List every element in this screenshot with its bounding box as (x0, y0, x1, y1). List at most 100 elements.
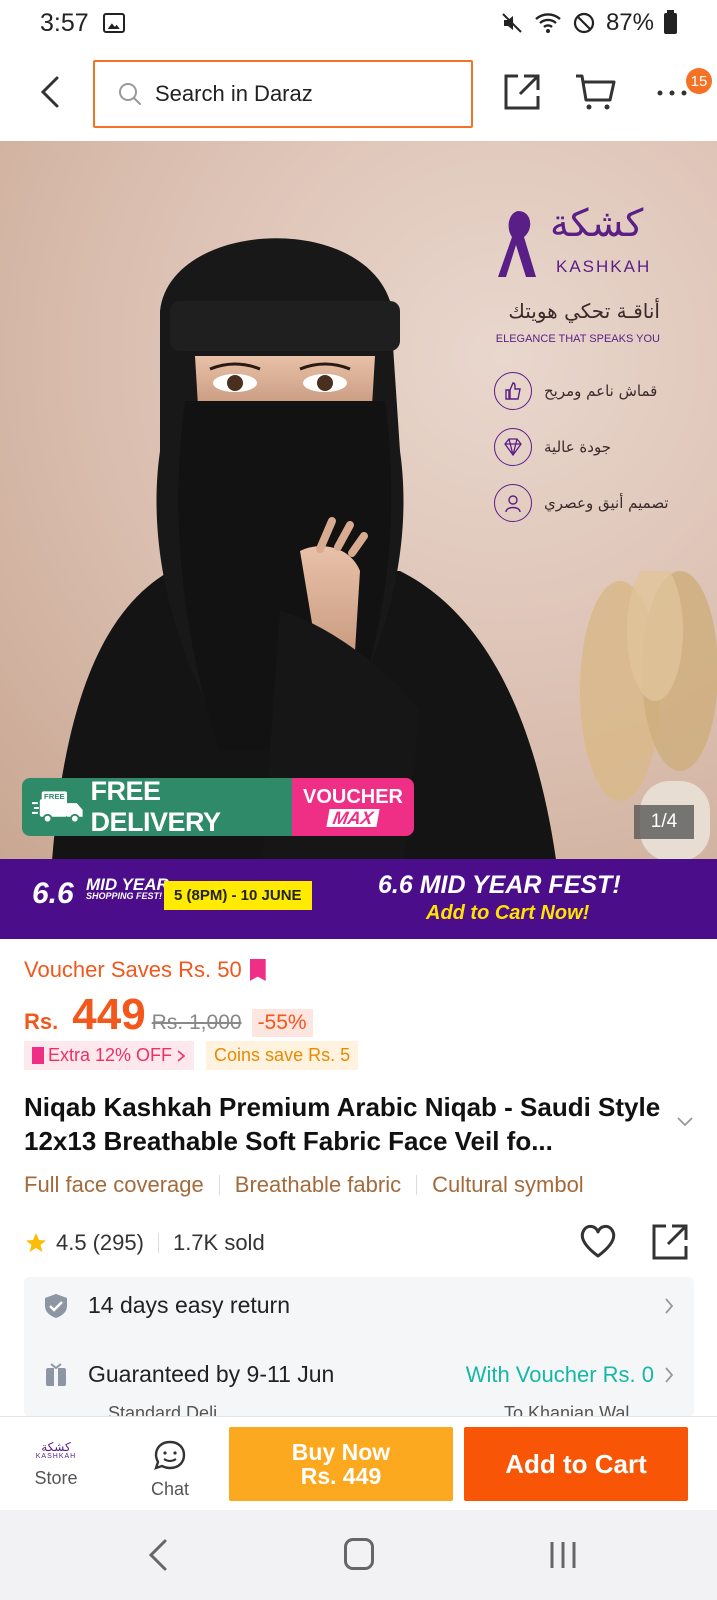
product-title[interactable]: Niqab Kashkah Premium Arabic Niqab - Sau… (24, 1090, 664, 1158)
extra-off-text: Extra 12% OFF (48, 1045, 173, 1065)
product-image-carousel[interactable]: كشكة KASHKAH أناقـة تحكي هويتك ELEGANCE … (0, 141, 717, 859)
original-price: Rs. 1,000 (151, 1011, 242, 1034)
divider (416, 1175, 418, 1195)
delivery-location-subtext: To Khanian Wal... (504, 1403, 645, 1417)
feature-soft-fabric: قماش ناعم ومريح (494, 371, 684, 411)
mid-year-fest-banner[interactable]: 6.6 MID YEAR SHOPPING FEST! 5 (8PM) - 10… (0, 859, 717, 939)
system-nav-bar (0, 1510, 717, 1600)
kashkah-logo-icon (498, 211, 536, 277)
divider (218, 1175, 220, 1195)
free-badge: FREE (44, 792, 65, 801)
review-count: (295) (92, 1230, 144, 1255)
free-delivery-banner: FREE FREE DELIVERY VOUCHER MAX (22, 778, 414, 836)
search-input[interactable]: Search in Daraz (93, 60, 473, 128)
share-icon (652, 1224, 688, 1260)
voucher-max-badge: VOUCHER MAX (292, 778, 414, 836)
feature-text: قماش ناعم ومريح (544, 382, 658, 400)
image-icon (102, 13, 125, 33)
share-icon (504, 74, 540, 110)
feature-text: تصميم أنيق وعصري (544, 494, 669, 512)
max-text: MAX (326, 808, 380, 828)
add-to-cart-button[interactable]: Add to Cart (464, 1427, 688, 1501)
home-button[interactable] (344, 1538, 374, 1570)
chevron-down-icon[interactable] (676, 1116, 694, 1128)
delivery-box-icon (46, 1362, 66, 1386)
cart-button[interactable] (574, 72, 616, 117)
cart-badge: 15 (686, 68, 712, 94)
voucher-icon (32, 1047, 44, 1064)
brand-name-english: KASHKAH (556, 257, 652, 276)
truck-icon: FREE (32, 791, 83, 824)
voucher-icon (249, 959, 266, 981)
price-row: Rs. 449 Rs. 1,000 -55% (24, 990, 313, 1040)
status-time: 3:57 (40, 8, 89, 37)
rating-value: 4.5 (56, 1230, 87, 1255)
star-icon (26, 1233, 46, 1252)
voucher-saves[interactable]: Voucher Saves Rs. 50 (24, 957, 266, 983)
easy-return-chevron (664, 1297, 674, 1315)
feature-tags: Full face coverage Breathable fabric Cul… (24, 1172, 584, 1198)
price-currency: Rs. (24, 1009, 59, 1034)
battery-percent: 87% (605, 9, 654, 36)
back-icon (148, 1539, 167, 1571)
battery-icon (664, 9, 677, 34)
rating-row[interactable]: 4.5 (295) 1.7K sold (24, 1230, 265, 1256)
promo-title: 6.6 MID YEAR FEST! (378, 871, 621, 899)
brand-name-arabic: كشكة (550, 201, 644, 245)
service-info-box: 14 days easy return Guaranteed by 9-11 J… (24, 1277, 694, 1417)
mute-icon (502, 13, 522, 33)
share-product-button[interactable] (650, 1222, 690, 1267)
voucher-text: VOUCHER (302, 786, 403, 808)
discount-badge: -55% (251, 1009, 313, 1037)
chevron-right-icon (665, 1297, 674, 1314)
extra-off-tag[interactable]: Extra 12% OFF (24, 1041, 195, 1070)
search-placeholder: Search in Daraz (155, 81, 313, 106)
voucher-saves-text: Voucher Saves Rs. 50 (24, 957, 242, 982)
promo-tags: Extra 12% OFF Coins save Rs. 5 (24, 1041, 359, 1070)
promo-mid-year: MID YEAR SHOPPING FEST! (86, 876, 169, 902)
feature-tag: Full face coverage (24, 1172, 204, 1197)
product-photo (52, 238, 556, 859)
back-button[interactable] (32, 72, 68, 112)
buy-now-button[interactable]: Buy Now Rs. 449 (229, 1427, 453, 1501)
buy-now-label: Buy Now (291, 1438, 391, 1465)
free-delivery-label: FREE FREE DELIVERY (22, 778, 292, 836)
store-button[interactable]: كشكة KASHKAH Store (26, 1441, 86, 1489)
promo-date: 5 (8PM) - 10 JUNE (164, 881, 312, 910)
bottom-action-bar: كشكة KASHKAH Store Chat Buy Now Rs. 449 … (0, 1416, 717, 1510)
recent-apps-button[interactable] (548, 1540, 578, 1575)
easy-return-text: 14 days easy return (88, 1292, 291, 1318)
thumbs-up-icon (494, 372, 532, 410)
chat-button[interactable]: Chat (140, 1439, 200, 1500)
easy-return-row[interactable]: 14 days easy return (44, 1292, 674, 1319)
share-button[interactable] (502, 72, 542, 117)
search-header: Search in Daraz (0, 56, 717, 132)
store-logo: كشكة (41, 1440, 71, 1454)
shopping-fest-text: SHOPPING FEST! (86, 891, 163, 902)
divider (157, 1233, 159, 1253)
image-counter: 1/4 (634, 805, 694, 839)
delivery-guarantee-text: Guaranteed by 9-11 Jun (88, 1361, 335, 1387)
delivery-voucher: With Voucher Rs. 0 (466, 1362, 674, 1388)
system-back-button[interactable] (148, 1538, 168, 1577)
status-icons: 87% (500, 9, 677, 37)
feature-tag: Breathable fabric (234, 1172, 402, 1197)
chat-label: Chat (150, 1479, 190, 1499)
delivery-voucher-text: With Voucher Rs. 0 (465, 1361, 654, 1387)
delivery-subtext: Standard Deli... (108, 1403, 233, 1417)
tagline-english: ELEGANCE THAT SPEAKS YOU (495, 333, 660, 345)
shield-check-icon (45, 1293, 67, 1318)
chat-icon (154, 1440, 186, 1470)
delivery-guarantee-row[interactable]: Guaranteed by 9-11 Jun With Voucher Rs. … (44, 1361, 674, 1388)
free-delivery-text: FREE DELIVERY (90, 778, 222, 836)
store-logo-en: KASHKAH (35, 1453, 77, 1460)
person-icon (494, 484, 532, 522)
status-bar: 3:57 87% (0, 0, 717, 46)
feature-high-quality: جودة عالية (494, 427, 684, 467)
chevron-right-icon (665, 1366, 674, 1383)
current-price: 449 (72, 990, 146, 1039)
wishlist-button[interactable] (578, 1222, 618, 1265)
promo-number: 6.6 (32, 877, 74, 910)
feature-text: جودة عالية (544, 438, 611, 456)
coins-tag[interactable]: Coins save Rs. 5 (206, 1041, 359, 1070)
